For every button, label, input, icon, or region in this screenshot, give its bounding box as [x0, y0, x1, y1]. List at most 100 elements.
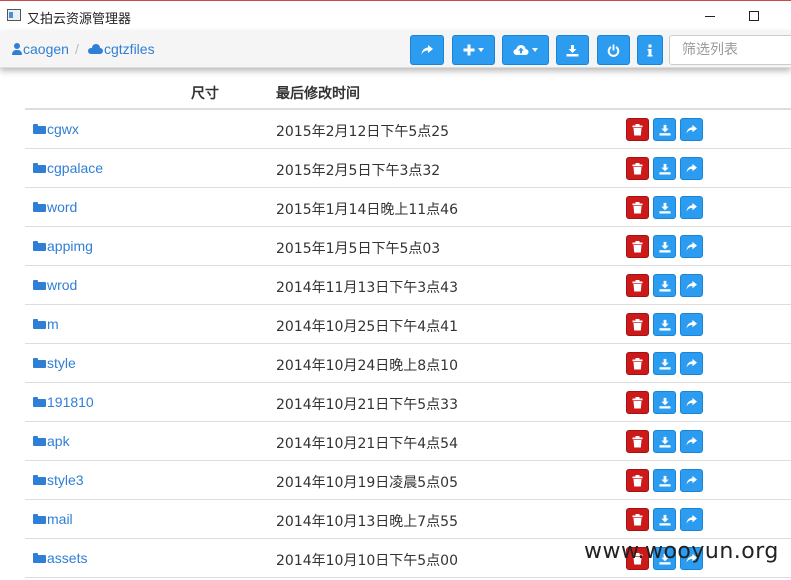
row-actions — [626, 391, 703, 414]
download-button[interactable] — [653, 157, 676, 180]
trash-icon — [632, 396, 643, 408]
folder-icon — [33, 514, 46, 524]
folder-icon — [33, 553, 46, 563]
download-button[interactable] — [653, 508, 676, 531]
trash-icon — [632, 513, 643, 525]
delete-button[interactable] — [626, 157, 649, 180]
download-icon — [658, 436, 671, 448]
download-button[interactable] — [653, 352, 676, 375]
breadcrumb-bucket[interactable]: cgtzfiles — [88, 41, 155, 57]
info-button[interactable] — [637, 35, 663, 65]
folder-link[interactable]: wrod — [33, 277, 77, 293]
table-row: apk 2014年10月21日下午4点54 — [25, 422, 791, 461]
caret-down-icon — [532, 48, 538, 52]
folder-link[interactable]: apk — [33, 433, 70, 449]
modified-time: 2014年10月10日下午5点00 — [276, 553, 458, 569]
modified-time: 2015年1月14日晚上11点46 — [276, 202, 458, 218]
table-row: style3 2014年10月19日凌晨5点05 — [25, 461, 791, 500]
share-icon — [686, 241, 697, 251]
delete-button[interactable] — [626, 235, 649, 258]
folder-link[interactable]: appimg — [33, 238, 93, 254]
info-icon — [647, 44, 653, 56]
modified-time: 2014年11月13日下午3点43 — [276, 280, 458, 296]
folder-name: apk — [47, 433, 70, 449]
download-button[interactable] — [653, 235, 676, 258]
folder-link[interactable]: 191810 — [33, 394, 94, 410]
download-button[interactable] — [556, 35, 589, 65]
download-icon — [658, 280, 671, 292]
share-button[interactable] — [680, 118, 703, 141]
maximize-button[interactable] — [732, 3, 776, 29]
download-icon — [658, 397, 671, 409]
folder-link[interactable]: style3 — [33, 472, 84, 488]
app-icon — [7, 9, 21, 21]
logout-button[interactable] — [597, 35, 630, 65]
share-button[interactable] — [680, 274, 703, 297]
share-button[interactable] — [680, 352, 703, 375]
download-icon — [658, 319, 671, 331]
delete-button[interactable] — [626, 352, 649, 375]
upload-dropdown-button[interactable] — [502, 35, 549, 65]
delete-button[interactable] — [626, 391, 649, 414]
folder-link[interactable]: cgpalace — [33, 160, 103, 176]
share-button[interactable] — [680, 469, 703, 492]
share-button[interactable] — [680, 313, 703, 336]
folder-icon — [33, 124, 46, 134]
folder-icon — [33, 241, 46, 251]
share-button[interactable] — [680, 196, 703, 219]
download-button[interactable] — [653, 391, 676, 414]
delete-button[interactable] — [626, 469, 649, 492]
download-button[interactable] — [653, 118, 676, 141]
row-actions — [626, 469, 703, 492]
delete-button[interactable] — [626, 430, 649, 453]
download-button[interactable] — [653, 196, 676, 219]
download-button[interactable] — [653, 469, 676, 492]
row-actions — [626, 508, 703, 531]
share-button[interactable] — [680, 508, 703, 531]
filter-list-input[interactable] — [669, 35, 791, 65]
download-icon — [658, 475, 671, 487]
download-icon — [658, 163, 671, 175]
trash-icon — [632, 201, 643, 213]
share-button[interactable] — [680, 157, 703, 180]
share-button[interactable] — [680, 430, 703, 453]
folder-link[interactable]: mail — [33, 511, 73, 527]
folder-name: assets — [47, 550, 88, 566]
row-actions — [626, 430, 703, 453]
minimize-button[interactable] — [688, 3, 732, 29]
share-button[interactable] — [680, 391, 703, 414]
power-icon — [607, 44, 620, 57]
breadcrumb-bucket-label: cgtzfiles — [104, 41, 155, 57]
share-button[interactable] — [410, 35, 444, 65]
share-button[interactable] — [680, 235, 703, 258]
share-icon — [686, 202, 697, 212]
share-icon — [686, 163, 697, 173]
table-row: mail 2014年10月13日晚上7点55 — [25, 500, 791, 539]
download-button[interactable] — [653, 430, 676, 453]
add-dropdown-button[interactable] — [452, 35, 495, 65]
table-row: cgwx 2015年2月12日下午5点25 — [25, 110, 791, 149]
column-header-size[interactable]: 尺寸 — [191, 83, 219, 103]
trash-icon — [632, 318, 643, 330]
caret-down-icon — [478, 48, 484, 52]
delete-button[interactable] — [626, 313, 649, 336]
download-button[interactable] — [653, 274, 676, 297]
folder-link[interactable]: word — [33, 199, 77, 215]
folder-name: cgwx — [47, 121, 79, 137]
delete-button[interactable] — [626, 118, 649, 141]
column-header-mtime[interactable]: 最后修改时间 — [276, 83, 360, 103]
folder-link[interactable]: m — [33, 316, 59, 332]
delete-button[interactable] — [626, 274, 649, 297]
breadcrumb-user[interactable]: caogen — [12, 41, 69, 57]
modified-time: 2014年10月25日下午4点41 — [276, 319, 458, 335]
folder-icon — [33, 319, 46, 329]
folder-link[interactable]: assets — [33, 550, 87, 566]
trash-icon — [632, 357, 643, 369]
folder-icon — [33, 436, 46, 446]
folder-link[interactable]: style — [33, 355, 76, 371]
delete-button[interactable] — [626, 508, 649, 531]
folder-link[interactable]: cgwx — [33, 121, 79, 137]
navbar: caogen / cgtzfiles — [0, 31, 791, 68]
download-button[interactable] — [653, 313, 676, 336]
delete-button[interactable] — [626, 196, 649, 219]
